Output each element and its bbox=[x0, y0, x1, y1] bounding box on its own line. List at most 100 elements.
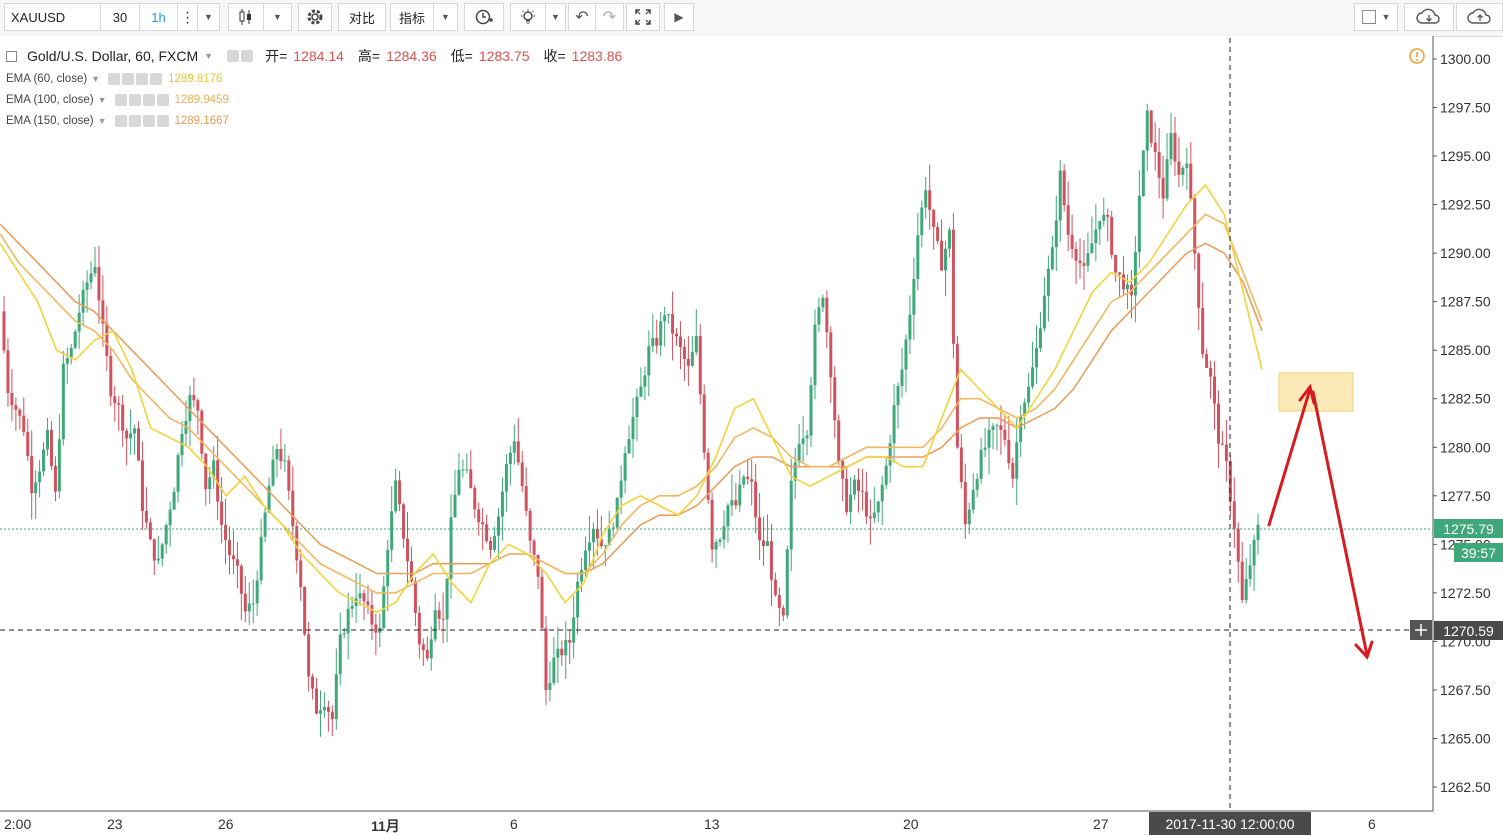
candle-body bbox=[540, 576, 544, 629]
candle-body bbox=[89, 273, 93, 283]
settings-gear-icon[interactable] bbox=[298, 3, 332, 31]
candle-body bbox=[572, 617, 576, 643]
candle-body bbox=[1098, 220, 1102, 230]
candle-body bbox=[619, 480, 623, 498]
undo-icon[interactable]: ↶ bbox=[568, 3, 596, 31]
indicators-button[interactable]: 指标 bbox=[390, 3, 434, 31]
candle-body bbox=[176, 455, 180, 492]
candle-body bbox=[156, 558, 160, 561]
candle-body bbox=[315, 688, 319, 714]
ema-60-action-icons[interactable] bbox=[108, 72, 163, 85]
candle-body bbox=[121, 404, 125, 431]
candle-body bbox=[30, 456, 34, 494]
candle-body bbox=[1054, 220, 1058, 248]
candle-body bbox=[105, 323, 109, 357]
candle-body bbox=[963, 481, 967, 525]
candle-body bbox=[587, 542, 591, 551]
ema-60-row[interactable]: EMA (60, close) ▼ 1289.8176 bbox=[6, 68, 630, 89]
candle-body bbox=[821, 297, 825, 308]
candle-body bbox=[22, 415, 26, 432]
interval-30-button[interactable]: 30 bbox=[101, 3, 140, 31]
candle-body bbox=[671, 314, 675, 334]
candle-body bbox=[53, 465, 57, 492]
ema-150-row[interactable]: EMA (150, close) ▼ 1289.1667 bbox=[6, 110, 630, 131]
candle-body bbox=[160, 544, 164, 559]
candle-body bbox=[801, 438, 805, 444]
candle-style-icon[interactable] bbox=[228, 3, 264, 31]
candle-body bbox=[1110, 216, 1114, 255]
symbol-input[interactable]: XAUUSD bbox=[4, 3, 101, 31]
price-tick-label: 1277.50 bbox=[1440, 488, 1491, 504]
candle-body bbox=[243, 593, 247, 612]
candle-body bbox=[924, 190, 928, 208]
interval-dropdown-icon[interactable]: ▼ bbox=[198, 3, 220, 31]
redo-icon[interactable]: ↷ bbox=[596, 3, 624, 31]
ema-150-dropdown-icon[interactable]: ▼ bbox=[98, 116, 107, 126]
crosshair-plus-icon[interactable] bbox=[1410, 620, 1432, 640]
candle-body bbox=[370, 605, 374, 625]
candle-body bbox=[1118, 272, 1122, 275]
chart-style-dropdown-icon[interactable]: ▼ bbox=[264, 3, 292, 31]
more-intervals-icon[interactable]: ⋮ bbox=[178, 3, 198, 31]
collapse-legend-icon[interactable] bbox=[6, 50, 17, 62]
candle-body bbox=[781, 607, 785, 616]
candle-body bbox=[829, 332, 833, 378]
candle-body bbox=[690, 352, 694, 366]
candle-body bbox=[508, 452, 512, 465]
price-chart[interactable]: 1300.00 1297.50 1295.00 1292.50 1290.00 1287.… bbox=[0, 36, 1503, 836]
cloud-load-icon[interactable] bbox=[1404, 3, 1454, 31]
candle-body bbox=[833, 377, 837, 421]
candle-body bbox=[461, 469, 465, 471]
candle-body bbox=[1201, 307, 1205, 355]
fullscreen-icon[interactable] bbox=[626, 3, 660, 31]
candle-body bbox=[694, 336, 698, 353]
candle-body bbox=[754, 481, 758, 518]
title-action-icons[interactable] bbox=[227, 50, 254, 62]
candle-body bbox=[374, 624, 378, 633]
indicators-dropdown-icon[interactable]: ▼ bbox=[434, 3, 458, 31]
candle-body bbox=[1114, 254, 1118, 273]
ema-150-action-icons[interactable] bbox=[114, 114, 169, 127]
candle-body bbox=[1209, 367, 1213, 377]
play-icon[interactable]: ▶ bbox=[664, 3, 694, 31]
candle-body bbox=[465, 469, 469, 471]
candle-body bbox=[682, 347, 686, 359]
ideas-dropdown-icon[interactable]: ▼ bbox=[546, 3, 566, 31]
candle-body bbox=[129, 433, 133, 439]
alert-clock-icon[interactable] bbox=[464, 3, 504, 31]
candle-body bbox=[1165, 159, 1169, 199]
candle-body bbox=[346, 608, 350, 634]
low-value: 1283.75 bbox=[478, 48, 530, 64]
candle-body bbox=[560, 648, 564, 656]
candle-body bbox=[1248, 565, 1252, 579]
ema-100-action-icons[interactable] bbox=[114, 93, 169, 106]
candle-body bbox=[544, 628, 548, 690]
interval-1h-button[interactable]: 1h bbox=[140, 3, 178, 31]
candle-body bbox=[1027, 386, 1031, 403]
candle-body bbox=[920, 207, 924, 236]
candle-body bbox=[959, 447, 963, 482]
candle-body bbox=[667, 314, 671, 316]
candle-body bbox=[1011, 463, 1015, 479]
current-price-tag: 1275.79 bbox=[1434, 519, 1503, 538]
candle-body bbox=[675, 333, 679, 337]
ema-100-value: 1289.9459 bbox=[174, 93, 229, 106]
title-dropdown-icon[interactable]: ▼ bbox=[204, 51, 213, 61]
ema-100-dropdown-icon[interactable]: ▼ bbox=[98, 95, 107, 105]
candle-body bbox=[1169, 132, 1173, 160]
candle-body bbox=[311, 676, 315, 689]
ema-100-row[interactable]: EMA (100, close) ▼ 1289.9459 bbox=[6, 89, 630, 110]
candle-body bbox=[1042, 295, 1046, 329]
candle-body bbox=[457, 469, 461, 495]
candle-body bbox=[809, 385, 813, 436]
compare-button[interactable]: 对比 bbox=[338, 3, 386, 31]
ema-60-value: 1289.8176 bbox=[168, 72, 223, 85]
candle-body bbox=[769, 541, 773, 580]
cloud-save-icon[interactable] bbox=[1456, 3, 1503, 31]
layout-square-icon[interactable]: ▼ bbox=[1354, 3, 1398, 31]
candle-body bbox=[762, 540, 766, 546]
ema-60-dropdown-icon[interactable]: ▼ bbox=[91, 74, 100, 84]
candle-body bbox=[979, 449, 983, 479]
ideas-bulb-icon[interactable] bbox=[510, 3, 546, 31]
candle-body bbox=[714, 541, 718, 550]
